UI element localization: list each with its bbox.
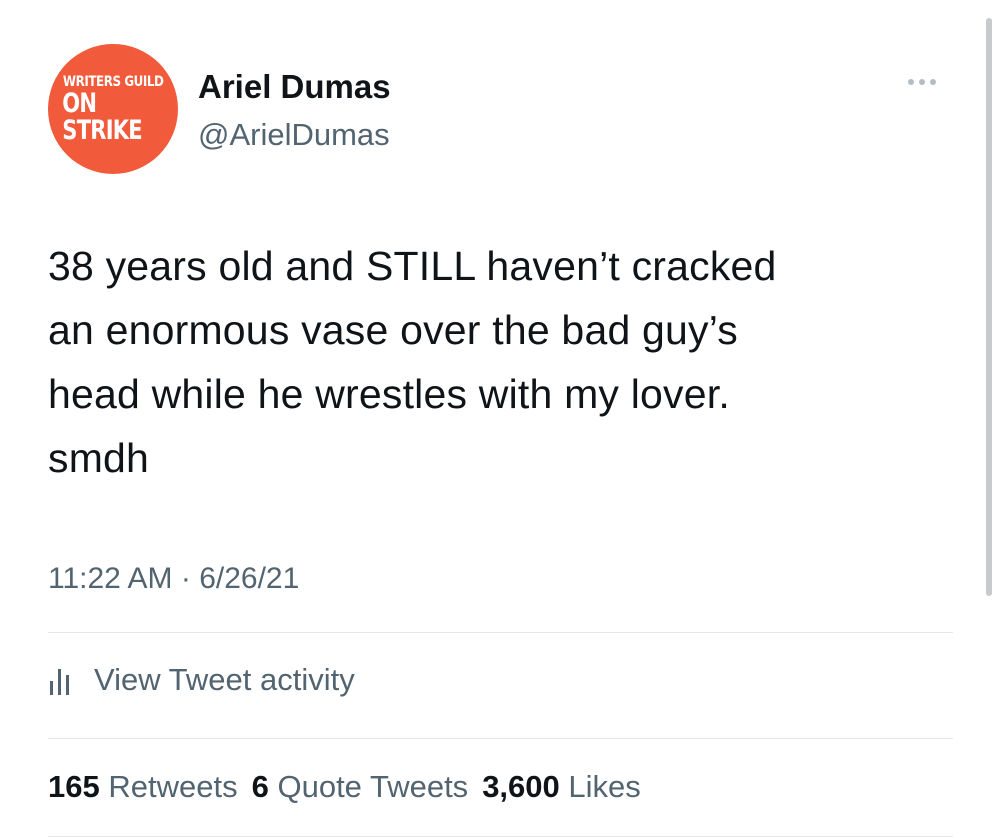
retweets-count: 165: [48, 769, 100, 804]
tweet-stats: 165 Retweets 6 Quote Tweets 3,600 Likes: [48, 769, 641, 805]
likes-label: Likes: [568, 769, 641, 804]
tweet-timestamp[interactable]: 11:22 AM · 6/26/21: [48, 562, 299, 596]
more-dot: [908, 79, 914, 85]
retweets-label: Retweets: [108, 769, 238, 804]
likes-count: 3,600: [482, 769, 560, 804]
likes-stat[interactable]: 3,600 Likes: [482, 769, 641, 805]
author-handle[interactable]: @ArielDumas: [198, 117, 390, 153]
divider: [48, 738, 953, 739]
avatar-text-line1: WRITERS GUILD: [62, 73, 164, 90]
more-dot: [930, 79, 936, 85]
view-tweet-activity-label: View Tweet activity: [94, 662, 355, 697]
divider: [48, 836, 953, 837]
view-tweet-activity-link[interactable]: View Tweet activity: [48, 662, 355, 698]
quote-tweets-stat[interactable]: 6 Quote Tweets: [252, 769, 469, 805]
author-name[interactable]: Ariel Dumas: [198, 68, 391, 106]
tweet-time: 11:22 AM: [48, 562, 173, 595]
divider: [48, 632, 953, 633]
quote-tweets-count: 6: [251, 769, 269, 804]
more-dot: [919, 79, 925, 85]
quote-tweets-label: Quote Tweets: [277, 769, 469, 804]
tweet-date: 6/26/21: [199, 562, 300, 595]
avatar-text-line2: ON STRIKE: [62, 87, 142, 146]
retweets-stat[interactable]: 165 Retweets: [48, 769, 238, 805]
separator-dot: ·: [180, 562, 200, 595]
avatar[interactable]: WRITERS GUILD ON STRIKE: [48, 44, 178, 174]
bar-chart-icon: [50, 669, 69, 695]
scrollbar[interactable]: [986, 18, 992, 596]
tweet-text: 38 years old and STILL haven’t cracked a…: [48, 243, 777, 481]
more-options-icon[interactable]: [908, 74, 946, 90]
